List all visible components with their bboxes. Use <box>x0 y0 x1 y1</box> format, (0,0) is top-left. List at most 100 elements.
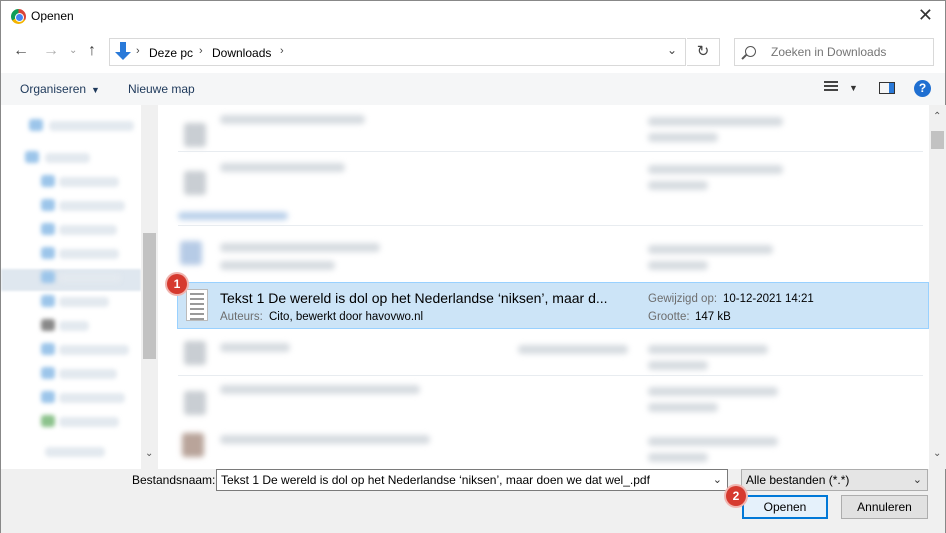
file-list-scroll-thumb[interactable] <box>931 131 944 149</box>
breadcrumb-separator[interactable]: › <box>280 45 284 57</box>
row-divider <box>178 151 923 152</box>
open-file-dialog: Openen ✕ ← → ⌄ ↑ › Deze pc › Downloads ›… <box>0 0 946 533</box>
address-dropdown-chevron-icon[interactable]: ⌄ <box>667 43 677 57</box>
step-marker-2: 2 <box>726 486 746 506</box>
nav-folder-icon <box>41 391 55 403</box>
nav-folder-icon <box>25 151 39 163</box>
authors-label: Auteurs: <box>220 311 263 323</box>
group-header-blurred[interactable] <box>178 212 288 220</box>
dialog-title: Openen <box>31 9 74 23</box>
nav-item-blurred[interactable] <box>59 321 89 331</box>
nav-item-blurred[interactable] <box>49 121 134 131</box>
nav-item-blurred[interactable] <box>59 345 129 355</box>
navigation-scroll-thumb[interactable] <box>143 233 156 359</box>
view-options-icon[interactable] <box>824 81 838 95</box>
file-row-blurred[interactable] <box>648 453 708 462</box>
new-folder-button[interactable]: Nieuwe map <box>128 82 195 96</box>
size-label: Grootte: <box>648 311 690 323</box>
file-icon-blurred <box>182 433 204 457</box>
file-row-blurred[interactable] <box>220 243 380 252</box>
file-row-blurred[interactable] <box>648 345 768 354</box>
file-row-blurred[interactable] <box>648 117 783 126</box>
filename-label: Bestandsnaam: <box>132 473 216 487</box>
search-input[interactable] <box>771 42 929 62</box>
help-icon[interactable]: ? <box>914 80 931 97</box>
file-list[interactable]: Tekst 1 De wereld is dol op het Nederlan… <box>158 105 929 469</box>
up-arrow-icon[interactable]: ↑ <box>88 42 96 60</box>
forward-arrow-icon[interactable]: → <box>43 42 59 60</box>
file-row-blurred[interactable] <box>648 165 783 174</box>
selected-file-row[interactable]: Tekst 1 De wereld is dol op het Nederlan… <box>177 282 929 329</box>
title-bar: Openen ✕ <box>1 1 945 32</box>
file-row-blurred[interactable] <box>648 133 718 142</box>
nav-item-blurred[interactable] <box>45 153 90 163</box>
search-box[interactable] <box>734 38 934 66</box>
navigation-pane[interactable]: ⌄ <box>1 105 158 469</box>
back-arrow-icon[interactable]: ← <box>13 42 29 60</box>
nav-item-blurred[interactable] <box>59 369 117 379</box>
view-options-caret-icon[interactable]: ▼ <box>849 83 858 93</box>
nav-item-blurred[interactable] <box>59 201 125 211</box>
breadcrumb-downloads[interactable]: Downloads <box>212 46 271 60</box>
filename-value[interactable]: Tekst 1 De wereld is dol op het Nederlan… <box>221 473 701 487</box>
filename-dropdown-chevron-icon[interactable]: ⌄ <box>713 473 722 486</box>
organise-menu-button[interactable]: Organiseren ▼ <box>20 82 100 96</box>
breadcrumb-separator[interactable]: › <box>136 45 140 57</box>
nav-folder-icon <box>41 199 55 211</box>
scroll-down-chevron-icon[interactable]: ⌄ <box>145 448 153 459</box>
file-row-blurred[interactable] <box>220 435 430 444</box>
filename-input[interactable]: Tekst 1 De wereld is dol op het Nederlan… <box>216 469 728 491</box>
nav-item-blurred[interactable] <box>59 417 119 427</box>
breadcrumb-separator[interactable]: › <box>199 45 203 57</box>
scroll-down-chevron-icon[interactable]: ⌄ <box>933 448 941 459</box>
file-row-blurred[interactable] <box>220 115 365 124</box>
recent-locations-chevron-icon[interactable]: ⌄ <box>69 45 77 56</box>
dialog-footer: Bestandsnaam: Tekst 1 De wereld is dol o… <box>1 469 945 533</box>
breadcrumb-deze-pc[interactable]: Deze pc <box>149 46 193 60</box>
chrome-icon <box>11 9 26 24</box>
address-bar[interactable]: › Deze pc › Downloads › ⌄ <box>109 38 686 66</box>
cancel-button[interactable]: Annuleren <box>841 495 928 519</box>
nav-item-blurred[interactable] <box>59 273 121 283</box>
file-row-blurred[interactable] <box>648 361 708 370</box>
pdf-document-icon <box>186 289 208 321</box>
authors-value: Cito, bewerkt door havovwo.nl <box>269 311 424 323</box>
nav-item-blurred[interactable] <box>59 177 119 187</box>
file-row-blurred[interactable] <box>648 245 773 254</box>
nav-item-blurred[interactable] <box>59 225 117 235</box>
close-button[interactable]: ✕ <box>918 6 933 24</box>
file-row-blurred[interactable] <box>220 261 335 270</box>
file-row-blurred[interactable] <box>648 403 718 412</box>
file-icon-blurred <box>184 391 206 415</box>
nav-folder-icon <box>41 175 55 187</box>
file-row-blurred[interactable] <box>220 343 290 352</box>
nav-item-blurred[interactable] <box>59 297 109 307</box>
size-value: 147 kB <box>695 311 731 323</box>
refresh-icon: ↻ <box>696 43 710 60</box>
nav-item-blurred[interactable] <box>45 447 105 457</box>
file-type-chevron-icon[interactable]: ⌄ <box>913 473 922 486</box>
open-button[interactable]: Openen <box>742 495 828 519</box>
command-bar: Organiseren ▼ Nieuwe map ▼ ? <box>1 73 945 105</box>
row-divider <box>178 225 923 226</box>
file-title: Tekst 1 De wereld is dol op het Nederlan… <box>220 290 608 306</box>
file-row-blurred[interactable] <box>648 181 708 190</box>
file-row-blurred[interactable] <box>220 163 345 172</box>
caret-down-icon: ▼ <box>91 85 100 95</box>
nav-item-blurred[interactable] <box>59 393 125 403</box>
navigation-scrollbar[interactable]: ⌄ <box>141 105 158 469</box>
file-row-blurred[interactable] <box>648 261 708 270</box>
file-icon-blurred <box>184 171 206 195</box>
refresh-button[interactable]: ↻ <box>687 38 720 66</box>
file-row-blurred[interactable] <box>648 437 778 446</box>
nav-item-blurred[interactable] <box>59 249 119 259</box>
file-row-blurred[interactable] <box>518 345 628 354</box>
scroll-up-chevron-icon[interactable]: ⌃ <box>933 111 941 122</box>
file-type-select[interactable]: Alle bestanden (*.*) ⌄ <box>741 469 928 491</box>
file-list-scrollbar[interactable]: ⌃ ⌄ <box>929 105 946 469</box>
nav-folder-icon <box>41 415 55 427</box>
file-row-blurred[interactable] <box>648 387 778 396</box>
nav-folder-icon <box>41 247 55 259</box>
preview-pane-icon[interactable] <box>879 82 895 94</box>
file-row-blurred[interactable] <box>220 385 420 394</box>
